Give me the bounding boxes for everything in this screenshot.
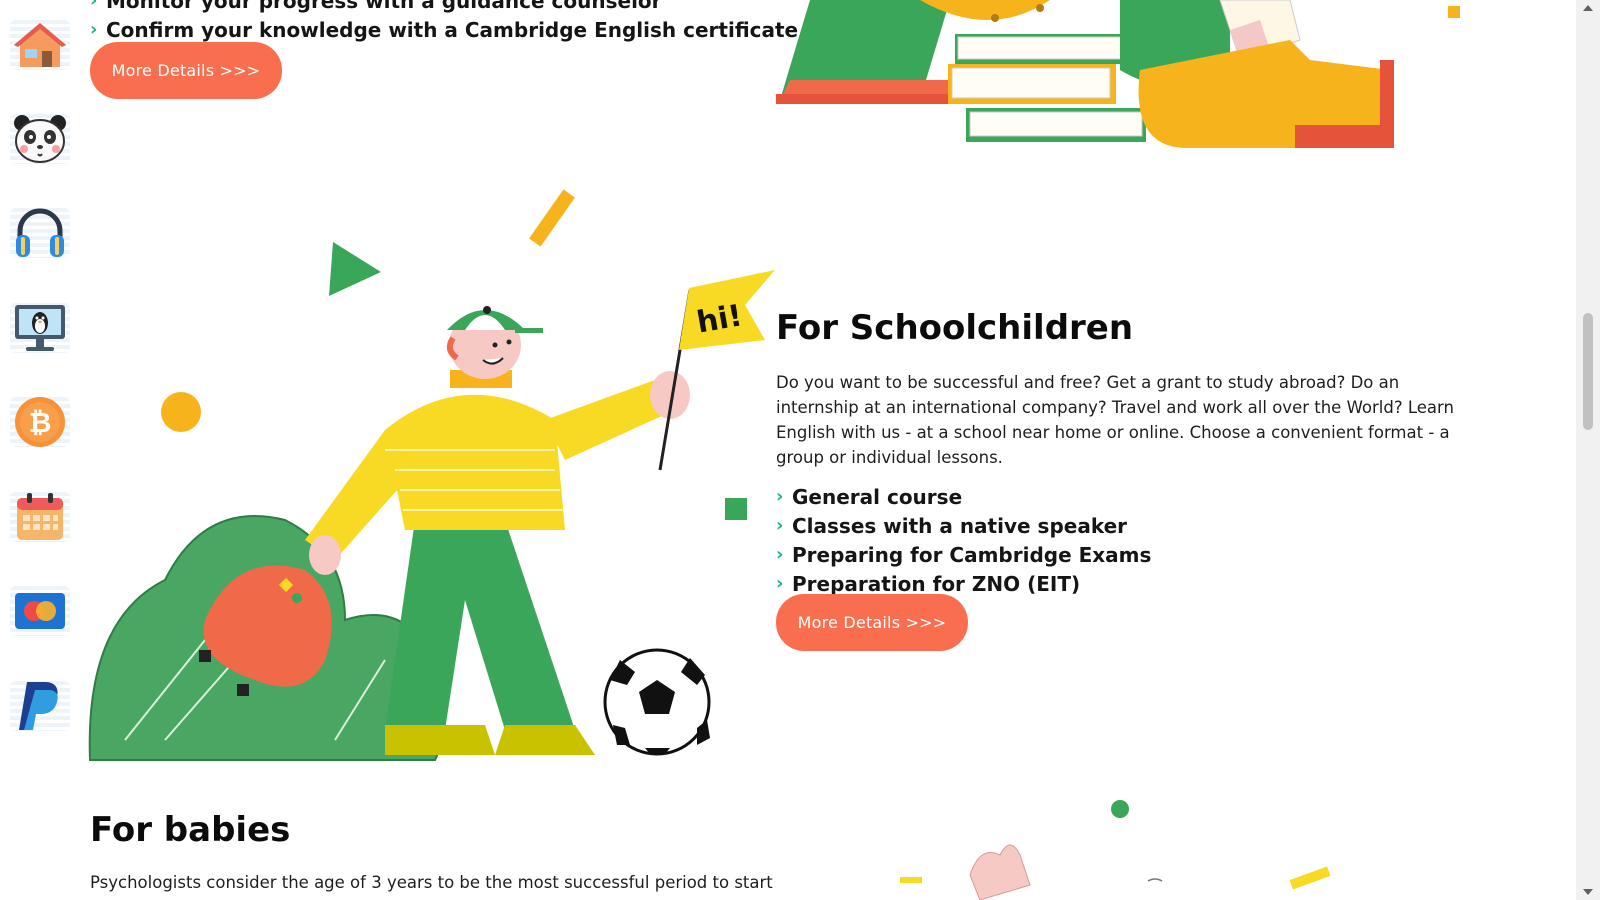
- chevron-right-icon: ›: [776, 544, 784, 565]
- schoolboy-illustration: hi!: [88, 189, 775, 761]
- more-details-button[interactable]: More Details >>>: [90, 42, 282, 99]
- penguin-monitor-icon: [15, 305, 65, 351]
- scroll-down-icon[interactable]: [1583, 889, 1593, 895]
- list-item: › Preparing for Cambridge Exams: [776, 542, 1152, 567]
- chevron-right-icon: ›: [776, 486, 784, 507]
- more-details-button[interactable]: More Details >>>: [776, 594, 968, 651]
- chevron-right-icon: ›: [90, 19, 98, 40]
- panda-icon: [14, 115, 66, 163]
- sidebar-item-calendar[interactable]: [10, 486, 70, 548]
- section-description: Do you want to be successful and free? G…: [776, 373, 1454, 467]
- sidebar-item-mastercard[interactable]: [10, 580, 70, 642]
- bitcoin-icon: ₿: [15, 397, 65, 447]
- headphones-icon: [16, 208, 64, 257]
- svg-text:₿: ₿: [29, 406, 52, 439]
- sidebar-item-penguin[interactable]: [10, 297, 70, 359]
- course-list: › General course › Classes with a native s…: [776, 482, 1458, 598]
- sidebar: ₿: [0, 0, 82, 900]
- list-item: › Monitor your progress with a guidance c…: [90, 0, 798, 15]
- baby-illustration: [900, 800, 1331, 900]
- home-icon: [14, 23, 66, 67]
- sidebar-item-headphones[interactable]: [10, 202, 70, 264]
- chevron-right-icon: ›: [776, 515, 784, 536]
- scrollbar-thumb[interactable]: [1583, 313, 1593, 430]
- scroll-up-icon[interactable]: [1583, 5, 1593, 11]
- list-item: › Confirm your knowledge with a Cambridge…: [90, 17, 799, 42]
- section-schoolchildren: For Schoolchildren Do you want to be suc…: [776, 308, 1458, 598]
- sidebar-item-paypal[interactable]: [10, 675, 70, 737]
- feature-list: › Monitor your progress with a guidance c…: [90, 0, 798, 44]
- section-title: For Schoolchildren: [776, 308, 1134, 348]
- section-top: › Monitor your progress with a guidance c…: [90, 0, 798, 44]
- section-babies: For babies Psychologists consider the ag…: [90, 810, 773, 895]
- chevron-right-icon: ›: [90, 0, 98, 11]
- list-item: › General course: [776, 484, 963, 509]
- list-item: › Classes with a native speaker: [776, 513, 1128, 538]
- chevron-right-icon: ›: [776, 573, 784, 594]
- sidebar-item-panda[interactable]: [10, 108, 70, 170]
- paypal-icon: [19, 682, 58, 730]
- calendar-icon: [17, 493, 63, 540]
- section-description: Psychologists consider the age of 3 year…: [90, 873, 773, 892]
- reading-kids-illustration: [776, 0, 1460, 149]
- scrollbar[interactable]: [1576, 0, 1600, 900]
- sidebar-item-home[interactable]: [10, 14, 70, 76]
- sidebar-item-bitcoin[interactable]: ₿: [10, 391, 70, 453]
- section-title: For babies: [90, 810, 291, 850]
- mastercard-icon: [15, 593, 65, 629]
